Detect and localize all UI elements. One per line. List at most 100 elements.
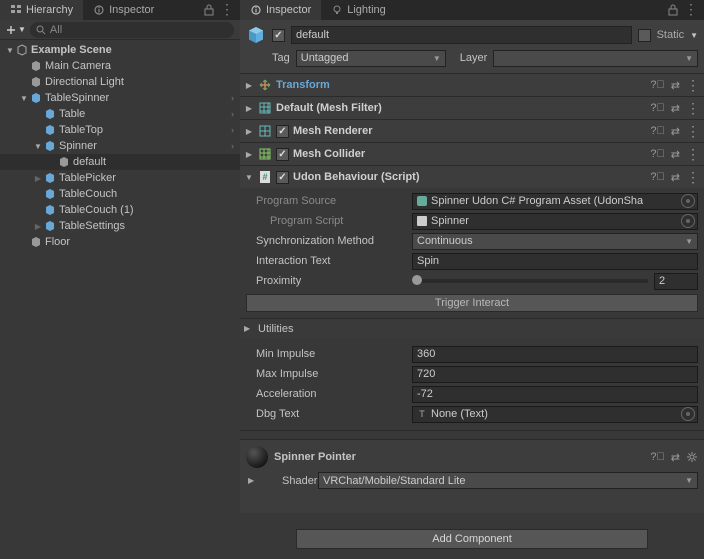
program-script-field[interactable]: Spinner <box>412 213 698 230</box>
component-header[interactable]: ▶ Default (Mesh Filter) ?⃝⇄⋮ <box>240 97 704 119</box>
min-impulse-field[interactable] <box>412 346 698 363</box>
proximity-slider[interactable] <box>412 279 648 283</box>
mesh-renderer-icon <box>258 124 272 138</box>
enable-checkbox[interactable] <box>276 125 289 138</box>
dbg-text-field[interactable]: TNone (Text) <box>412 406 698 423</box>
help-icon[interactable]: ?⃝ <box>650 148 664 160</box>
static-checkbox[interactable] <box>638 29 651 42</box>
tab-inspector-left[interactable]: Inspector <box>83 0 164 20</box>
lock-icon[interactable] <box>204 4 214 16</box>
interaction-text-field[interactable] <box>412 253 698 270</box>
tree-row[interactable]: ▼Spinner› <box>0 138 240 154</box>
material-preview-icon[interactable] <box>246 446 268 468</box>
help-icon[interactable]: ?⃝ <box>650 79 664 91</box>
tab-inspector-label: Inspector <box>266 4 311 16</box>
help-icon[interactable]: ?⃝ <box>650 125 664 137</box>
create-dropdown[interactable]: ▼ <box>6 25 26 35</box>
gameobject-name-field[interactable] <box>291 26 632 44</box>
active-checkbox[interactable] <box>272 29 285 42</box>
layer-dropdown[interactable]: ▼ <box>493 50 698 67</box>
object-picker-icon[interactable] <box>681 407 695 421</box>
max-impulse-field[interactable] <box>412 366 698 383</box>
object-picker-icon[interactable] <box>681 214 695 228</box>
gameobject-icon <box>30 60 42 72</box>
lock-icon[interactable] <box>668 4 678 16</box>
context-menu-icon[interactable]: ⋮ <box>686 172 700 182</box>
material-foldout[interactable]: ▶ <box>248 476 258 485</box>
tree-row[interactable]: Main Camera <box>0 58 240 74</box>
program-source-label: Program Source <box>246 195 408 207</box>
preset-icon[interactable]: ⇄ <box>671 171 680 184</box>
context-menu-icon[interactable]: ⋮ <box>686 103 700 113</box>
tab-hierarchy[interactable]: Hierarchy <box>0 0 83 20</box>
program-script-label: Program Script <box>246 215 408 227</box>
component-header[interactable]: ▼ # Udon Behaviour (Script) ?⃝⇄⋮ <box>240 166 704 188</box>
mesh-filter-title: Default (Mesh Filter) <box>276 102 646 114</box>
material-block: Spinner Pointer ?⃝⇄ ▶ Shader VRChat/Mobi… <box>240 439 704 513</box>
inspector-panel: Inspector Lighting ⋮ Static ▼ Tag Untagg… <box>240 0 704 524</box>
prefab-icon <box>44 172 56 184</box>
tree-row[interactable]: Floor <box>0 234 240 250</box>
enable-checkbox[interactable] <box>276 171 289 184</box>
help-icon[interactable]: ?⃝ <box>650 451 664 464</box>
preset-icon[interactable]: ⇄ <box>671 125 680 138</box>
tree-row[interactable]: ▼TableSpinner› <box>0 90 240 106</box>
context-menu-icon[interactable]: ⋮ <box>686 126 700 136</box>
tree-row[interactable]: TableTop› <box>0 122 240 138</box>
preset-icon[interactable]: ⇄ <box>671 148 680 161</box>
component-header[interactable]: ▶ Mesh Renderer ?⃝⇄⋮ <box>240 120 704 142</box>
tab-inspector[interactable]: Inspector <box>240 0 321 20</box>
preset-icon[interactable]: ⇄ <box>671 451 680 464</box>
shader-dropdown[interactable]: VRChat/Mobile/Standard Lite▼ <box>318 472 698 489</box>
tab-lighting[interactable]: Lighting <box>321 0 396 20</box>
context-menu-icon[interactable]: ⋮ <box>686 149 700 159</box>
tree-row[interactable]: TableCouch <box>0 186 240 202</box>
tree-row[interactable]: ▶TableSettings <box>0 218 240 234</box>
tab-menu-icon[interactable]: ⋮ <box>684 4 698 16</box>
text-icon: T <box>417 409 427 419</box>
acceleration-field[interactable] <box>412 386 698 403</box>
udon-title: Udon Behaviour (Script) <box>293 171 646 183</box>
tag-dropdown[interactable]: Untagged▼ <box>296 50 446 67</box>
interaction-text-label: Interaction Text <box>246 255 408 267</box>
transform-title: Transform <box>276 79 646 91</box>
enable-checkbox[interactable] <box>276 148 289 161</box>
trigger-interact-button[interactable]: Trigger Interact <box>246 294 698 312</box>
tree-row-scene[interactable]: ▼ Example Scene <box>0 42 240 58</box>
asset-icon <box>417 196 427 206</box>
preset-icon[interactable]: ⇄ <box>671 79 680 92</box>
component-mesh-renderer: ▶ Mesh Renderer ?⃝⇄⋮ <box>240 120 704 143</box>
tree-row[interactable]: Directional Light <box>0 74 240 90</box>
context-menu-icon[interactable]: ⋮ <box>686 80 700 90</box>
program-source-field[interactable]: Spinner Udon C# Program Asset (UdonSha <box>412 193 698 210</box>
component-header[interactable]: ▶ Transform ?⃝⇄⋮ <box>240 74 704 96</box>
proximity-value[interactable]: 2 <box>654 273 698 290</box>
tab-menu-icon[interactable]: ⋮ <box>220 4 234 16</box>
component-mesh-filter: ▶ Default (Mesh Filter) ?⃝⇄⋮ <box>240 97 704 120</box>
preset-icon[interactable]: ⇄ <box>671 102 680 115</box>
max-impulse-label: Max Impulse <box>246 368 408 380</box>
layer-label: Layer <box>460 52 488 64</box>
script-small-icon <box>417 216 427 226</box>
gameobject-icon <box>30 236 42 248</box>
sync-method-label: Synchronization Method <box>246 235 408 247</box>
help-icon[interactable]: ?⃝ <box>650 102 664 114</box>
info-icon <box>250 4 262 16</box>
tree-row[interactable]: Table› <box>0 106 240 122</box>
gear-icon[interactable] <box>686 451 698 464</box>
hierarchy-search[interactable]: All <box>30 22 234 38</box>
gameobject-cube-icon[interactable] <box>246 25 266 45</box>
component-header[interactable]: ▶ Mesh Collider ?⃝⇄⋮ <box>240 143 704 165</box>
right-tabbar: Inspector Lighting ⋮ <box>240 0 704 20</box>
utilities-foldout[interactable]: ▶Utilities <box>240 318 704 338</box>
tree-row-selected[interactable]: default <box>0 154 240 170</box>
static-dropdown-icon[interactable]: ▼ <box>690 31 698 40</box>
sync-method-dropdown[interactable]: Continuous▼ <box>412 233 698 250</box>
help-icon[interactable]: ?⃝ <box>650 171 664 183</box>
object-picker-icon[interactable] <box>681 194 695 208</box>
tree-row[interactable]: TableCouch (1) <box>0 202 240 218</box>
hierarchy-toolbar: ▼ All <box>0 20 240 40</box>
component-mesh-collider: ▶ Mesh Collider ?⃝⇄⋮ <box>240 143 704 166</box>
add-component-button[interactable]: Add Component <box>296 529 648 549</box>
tree-row[interactable]: ▶TablePicker <box>0 170 240 186</box>
